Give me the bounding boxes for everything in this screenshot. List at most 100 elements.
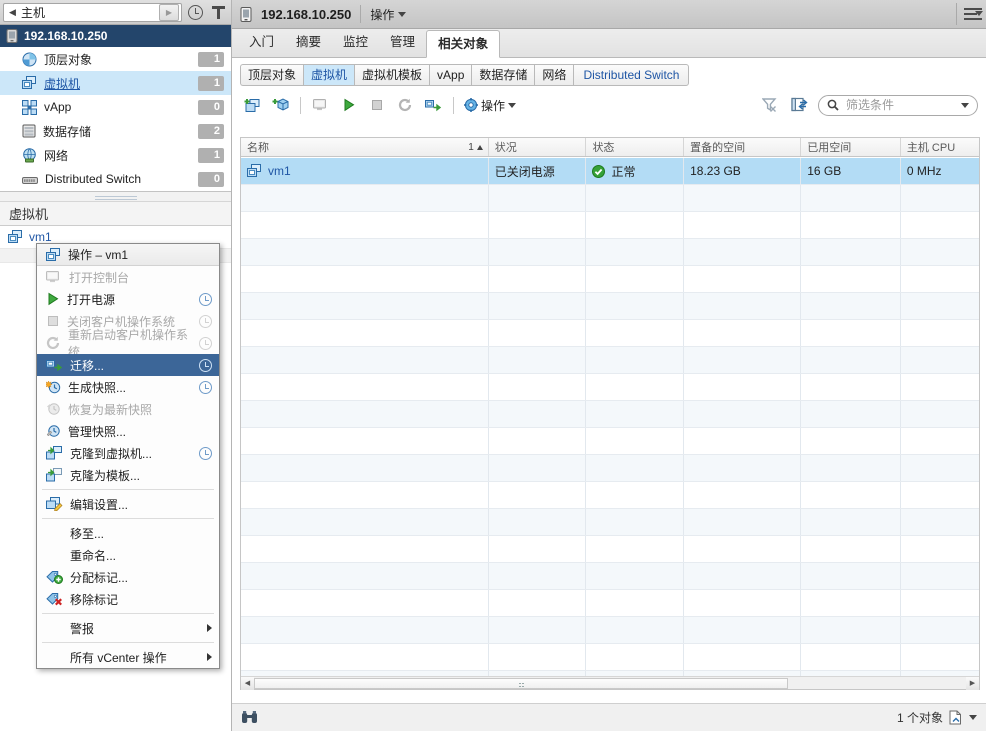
power-on-icon[interactable] [339,95,359,115]
menu-item-alarms[interactable]: 警报 [37,617,219,639]
binoculars-icon[interactable] [241,710,258,725]
grid-actions-menu[interactable]: 操作 [464,97,517,114]
tab-getting-started[interactable]: 入门 [238,28,285,57]
column-header-host-cpu[interactable]: 主机 CPU [901,138,979,156]
subtab-vapp[interactable]: vApp [429,63,472,86]
schedule-task-icon[interactable] [199,292,212,306]
schedule-task-icon[interactable] [199,446,212,460]
navigator-object[interactable]: 192.168.10.250 [0,25,231,47]
menu-item-rename[interactable]: 重命名... [37,544,219,566]
nav-item-vapp[interactable]: vApp 0 [0,95,231,119]
filter-box[interactable] [818,94,978,116]
subtab-networks[interactable]: 网络 [534,63,574,86]
object-actions-menu[interactable]: 操作 [370,6,407,23]
cell-empty [801,347,901,373]
cell-empty [489,401,587,427]
vm-name-link[interactable]: vm1 [268,164,291,178]
clear-filter-icon[interactable] [760,95,780,115]
table-empty-row [241,590,979,617]
cell-empty [241,644,489,670]
new-virtual-machine-icon[interactable] [242,95,262,115]
menu-item-manage-snapshots[interactable]: 管理快照... [37,420,219,442]
table-empty-row [241,239,979,266]
cell-empty [684,428,802,454]
table-row[interactable]: vm1 已关闭电源 正常 18.23 GB 16 GB 0 MHz [241,158,979,185]
export-icon[interactable] [949,710,963,725]
cell-empty [801,293,901,319]
nav-item-top-level-objects[interactable]: 顶层对象 1 [0,47,231,71]
subtab-top-level-objects[interactable]: 顶层对象 [240,63,304,86]
column-header-status[interactable]: 状态 [586,138,685,156]
nav-item-datastores[interactable]: 数据存储 2 [0,119,231,143]
cell-name[interactable]: vm1 [241,158,489,184]
history-icon[interactable] [185,2,205,22]
cell-empty [684,536,802,562]
menu-item-migrate[interactable]: 迁移... [37,354,219,376]
tab-related-objects[interactable]: 相关对象 [426,30,501,58]
subtab-virtual-machines[interactable]: 虚拟机 [303,63,355,86]
subtab-datastores[interactable]: 数据存储 [471,63,535,86]
column-header-condition[interactable]: 状况 [489,138,587,156]
list-menu-icon[interactable] [964,8,983,20]
export-list-icon[interactable] [789,95,809,115]
menu-item-move-to[interactable]: 移至... [37,522,219,544]
schedule-task-icon[interactable] [199,358,212,372]
tab-monitor[interactable]: 监控 [332,28,379,57]
nav-item-virtual-machines[interactable]: 虚拟机 1 [0,71,231,95]
nav-count: 1 [198,51,224,67]
menu-item-clone-to-virtual-machine[interactable]: 克隆到虚拟机... [37,442,219,464]
chevron-down-icon[interactable] [961,102,969,108]
column-header-provisioned-space[interactable]: 置备的空间 [684,138,802,156]
cell-empty [801,212,901,238]
nav-count: 0 [198,99,224,115]
tab-summary[interactable]: 摘要 [285,28,332,57]
horizontal-scrollbar[interactable]: ◀ ▶ [241,676,979,690]
deploy-ovf-template-icon[interactable] [270,95,290,115]
nav-item-networks[interactable]: 网络 1 [0,143,231,167]
table-empty-row [241,320,979,347]
menu-item-all-vcenter-actions[interactable]: 所有 vCenter 操作 [37,646,219,668]
menu-item-edit-settings[interactable]: 编辑设置... [37,493,219,515]
top-level-objects-icon [22,52,37,67]
menu-item-assign-tag[interactable]: 分配标记... [37,566,219,588]
clone-to-vm-icon [46,446,63,460]
cell-empty [684,347,802,373]
cell-empty [901,644,979,670]
menu-item-clone-to-template[interactable]: 克隆为模板... [37,464,219,486]
navigator-splitter[interactable] [0,192,231,201]
power-off-icon [367,95,387,115]
column-header-used-space[interactable]: 已用空间 [801,138,901,156]
cell-empty [901,212,979,238]
column-header-name[interactable]: 名称 1 [241,138,489,156]
chevron-left-icon[interactable]: ◀ [6,5,19,20]
pin-icon[interactable] [208,2,228,22]
chevron-right-icon[interactable]: ▶ [966,676,979,690]
cell-empty [801,644,901,670]
cell-empty [901,401,979,427]
nav-item-distributed-switch[interactable]: Distributed Switch 0 [0,167,231,191]
scrollbar-track[interactable] [254,677,966,690]
tab-manage[interactable]: 管理 [379,28,426,57]
filter-input[interactable] [844,97,956,113]
cell-empty [684,509,802,535]
breadcrumb[interactable]: ◀ 主机 ▶ [3,2,182,22]
chevron-right-icon[interactable]: ▶ [159,3,179,21]
chevron-down-icon[interactable] [969,715,977,720]
menu-item-take-snapshot[interactable]: 生成快照... [37,376,219,398]
nav-label: 数据存储 [43,124,92,139]
sort-ascending-icon [476,144,483,150]
cell-empty [684,482,802,508]
cell-empty [801,428,901,454]
scrollbar-thumb[interactable] [254,677,788,689]
cell-empty [684,563,802,589]
migrate-icon[interactable] [423,95,443,115]
cell-empty [801,590,901,616]
schedule-task-icon[interactable] [199,380,212,394]
chevron-left-icon[interactable]: ◀ [241,676,254,690]
restart-guest-icon [46,336,61,350]
menu-item-power-on[interactable]: 打开电源 [37,288,219,310]
subtab-distributed-switch[interactable]: Distributed Switch [573,63,690,86]
menu-item-remove-tag[interactable]: 移除标记 [37,588,219,610]
cell-empty [241,590,489,616]
subtab-vm-templates[interactable]: 虚拟机模板 [354,63,430,86]
